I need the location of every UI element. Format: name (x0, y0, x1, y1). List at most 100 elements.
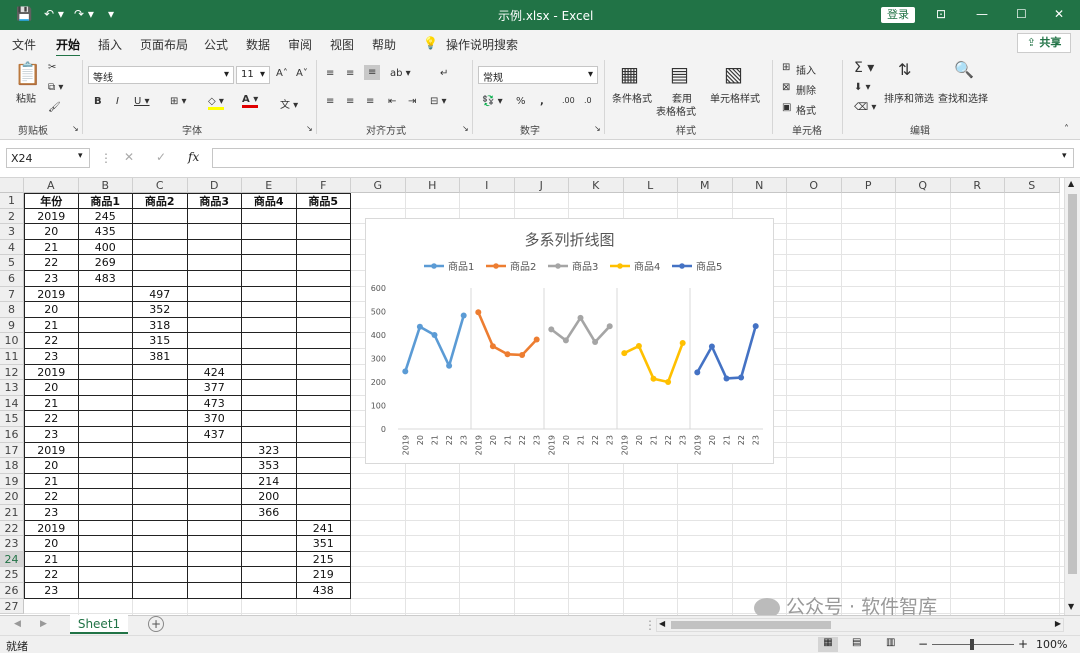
cell-E16[interactable] (242, 427, 297, 443)
tab-data[interactable]: 数据 (246, 36, 270, 53)
cell-D5[interactable] (187, 255, 242, 271)
column-header-C[interactable]: C (133, 178, 188, 193)
redo-icon[interactable]: ↷ ▾ (74, 7, 94, 21)
zoom-level[interactable]: 100% (1036, 638, 1067, 651)
cell-B10[interactable] (78, 333, 133, 349)
cell-B8[interactable] (78, 302, 133, 318)
cell-B14[interactable] (78, 395, 133, 412)
collapse-ribbon-icon[interactable]: ˄ (1064, 124, 1069, 135)
column-header-H[interactable]: H (405, 178, 460, 193)
cell-D11[interactable] (187, 349, 242, 365)
fill-color-icon[interactable]: ◇ ▾ (208, 96, 224, 110)
cell-D15[interactable]: 370 (187, 411, 242, 427)
delete-cells-icon[interactable]: ⊠ (782, 82, 790, 93)
shrink-font-icon[interactable]: A˅ (296, 68, 308, 79)
cell-B9[interactable] (78, 317, 133, 334)
autosum-icon[interactable]: Σ ▾ (854, 60, 874, 76)
cell-B6[interactable]: 483 (78, 271, 133, 287)
cell-F10[interactable] (296, 333, 351, 349)
tell-me-search[interactable]: 操作说明搜索 (446, 36, 518, 53)
cell-C25[interactable] (133, 567, 188, 583)
cell-A24[interactable]: 21 (24, 551, 79, 568)
scroll-down-icon[interactable]: ▼ (1068, 602, 1074, 611)
minimize-icon[interactable]: — (976, 7, 988, 21)
decrease-indent-icon[interactable]: ⇤ (388, 96, 396, 107)
cell-D23[interactable] (187, 536, 242, 552)
cell-E4[interactable] (242, 239, 297, 256)
cell-E13[interactable] (242, 380, 297, 396)
column-header-Q[interactable]: Q (896, 178, 951, 193)
cell-C1[interactable]: 商品2 (133, 193, 188, 209)
number-format-select[interactable]: 常规 ▾ (478, 66, 598, 84)
cell-A1[interactable]: 年份 (24, 193, 79, 209)
column-header-O[interactable]: O (787, 178, 842, 193)
line-chart[interactable]: 多系列折线图 商品1 商品2 商品3 商品4 商品5 0 100 200 300 400 500 60… (365, 218, 774, 464)
paste-button[interactable]: 粘贴 (16, 90, 36, 105)
page-layout-view-icon[interactable]: ▤ (852, 637, 861, 648)
cell-D24[interactable] (187, 551, 242, 568)
clipboard-launcher-icon[interactable]: ↘ (72, 124, 79, 133)
format-cells-button[interactable]: 格式 (796, 102, 816, 117)
cell-D22[interactable] (187, 520, 242, 537)
cell-B15[interactable] (78, 411, 133, 427)
decrease-decimal-icon[interactable]: .0 (584, 96, 592, 105)
quick-access-dropdown-icon[interactable]: ▾ (108, 7, 114, 21)
cell-A21[interactable]: 23 (24, 505, 79, 521)
column-header-K[interactable]: K (569, 178, 624, 193)
cell-C14[interactable] (133, 395, 188, 412)
tab-formulas[interactable]: 公式 (204, 36, 228, 53)
sort-filter-button[interactable]: 排序和筛选 (884, 90, 934, 105)
cell-C17[interactable] (133, 442, 188, 459)
conditional-format-icon[interactable]: ▦ (620, 62, 639, 86)
cell-D16[interactable]: 437 (187, 427, 242, 443)
tab-file[interactable]: 文件 (12, 36, 36, 53)
cell-A12[interactable]: 2019 (24, 364, 79, 381)
phonetic-icon[interactable]: 文 ▾ (280, 96, 298, 111)
cell-B18[interactable] (78, 458, 133, 474)
row-header-8[interactable]: 8 (0, 302, 24, 318)
cell-E6[interactable] (242, 271, 297, 287)
add-sheet-icon[interactable]: + (148, 616, 164, 632)
row-header-21[interactable]: 21 (0, 505, 24, 521)
cell-C18[interactable] (133, 458, 188, 474)
column-header-B[interactable]: B (78, 178, 133, 193)
align-top-icon[interactable]: ≡ (326, 68, 334, 79)
cell-E12[interactable] (242, 364, 297, 381)
cell-C16[interactable] (133, 427, 188, 443)
cell-F8[interactable] (296, 302, 351, 318)
cell-D2[interactable] (187, 208, 242, 225)
conditional-format-button[interactable]: 条件格式 (612, 90, 652, 105)
cell-E21[interactable]: 366 (242, 505, 297, 521)
prev-sheet-icon[interactable]: ◀ (14, 619, 21, 629)
cell-E14[interactable] (242, 395, 297, 412)
normal-view-icon[interactable]: ▦ (818, 637, 838, 652)
cell-C13[interactable] (133, 380, 188, 396)
column-header-L[interactable]: L (623, 178, 678, 193)
format-table-label-2[interactable]: 表格格式 (656, 103, 696, 118)
cell-E24[interactable] (242, 551, 297, 568)
cell-F25[interactable]: 219 (296, 567, 351, 583)
scroll-right-icon[interactable]: ▶ (1055, 619, 1061, 628)
cell-C3[interactable] (133, 224, 188, 240)
column-header-R[interactable]: R (950, 178, 1005, 193)
cell-D9[interactable] (187, 317, 242, 334)
row-header-7[interactable]: 7 (0, 286, 24, 303)
scroll-up-icon[interactable]: ▲ (1068, 179, 1074, 188)
sort-filter-icon[interactable]: ⇅ (898, 60, 911, 79)
row-header-25[interactable]: 25 (0, 567, 24, 583)
cell-F17[interactable] (296, 442, 351, 459)
close-icon[interactable]: ✕ (1054, 7, 1064, 21)
cell-styles-button[interactable]: 单元格样式 (710, 90, 760, 105)
cell-F5[interactable] (296, 255, 351, 271)
cell-C4[interactable] (133, 239, 188, 256)
cell-F22[interactable]: 241 (296, 520, 351, 537)
column-header-M[interactable]: M (678, 178, 733, 193)
cell-E11[interactable] (242, 349, 297, 365)
grow-font-icon[interactable]: A˄ (276, 68, 288, 79)
row-header-14[interactable]: 14 (0, 395, 24, 412)
cell-A6[interactable]: 23 (24, 271, 79, 287)
cell-A3[interactable]: 20 (24, 224, 79, 240)
cell-F14[interactable] (296, 395, 351, 412)
border-icon[interactable]: ⊞ ▾ (170, 96, 187, 107)
row-header-1[interactable]: 1 (0, 193, 24, 209)
